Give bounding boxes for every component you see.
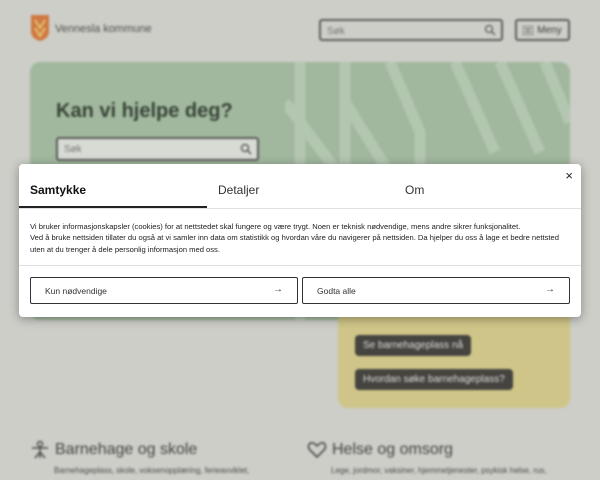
active-tab-indicator (19, 206, 207, 208)
accept-all-button[interactable]: Godta alle → (302, 277, 570, 304)
consent-paragraph-1: Vi bruker informasjonskapsler (cookies) … (30, 222, 521, 231)
button-label: Kun nødvendige (45, 286, 107, 296)
tab-detaljer[interactable]: Detaljer (218, 183, 259, 197)
consent-paragraph-2: Ved å bruke nettsiden tillater du også a… (30, 233, 559, 254)
cookie-consent-dialog: × Samtykke Detaljer Om Vi bruker informa… (19, 164, 581, 317)
tab-om[interactable]: Om (405, 183, 424, 197)
button-label: Godta alle (317, 286, 356, 296)
consent-text: Vi bruker informasjonskapsler (cookies) … (30, 221, 575, 255)
tab-samtykke[interactable]: Samtykke (30, 183, 86, 197)
necessary-only-button[interactable]: Kun nødvendige → (30, 277, 298, 304)
consent-tabs: Samtykke Detaljer Om (19, 164, 581, 209)
arrow-right-icon: → (545, 284, 555, 295)
divider (19, 265, 581, 266)
arrow-right-icon: → (273, 284, 283, 295)
